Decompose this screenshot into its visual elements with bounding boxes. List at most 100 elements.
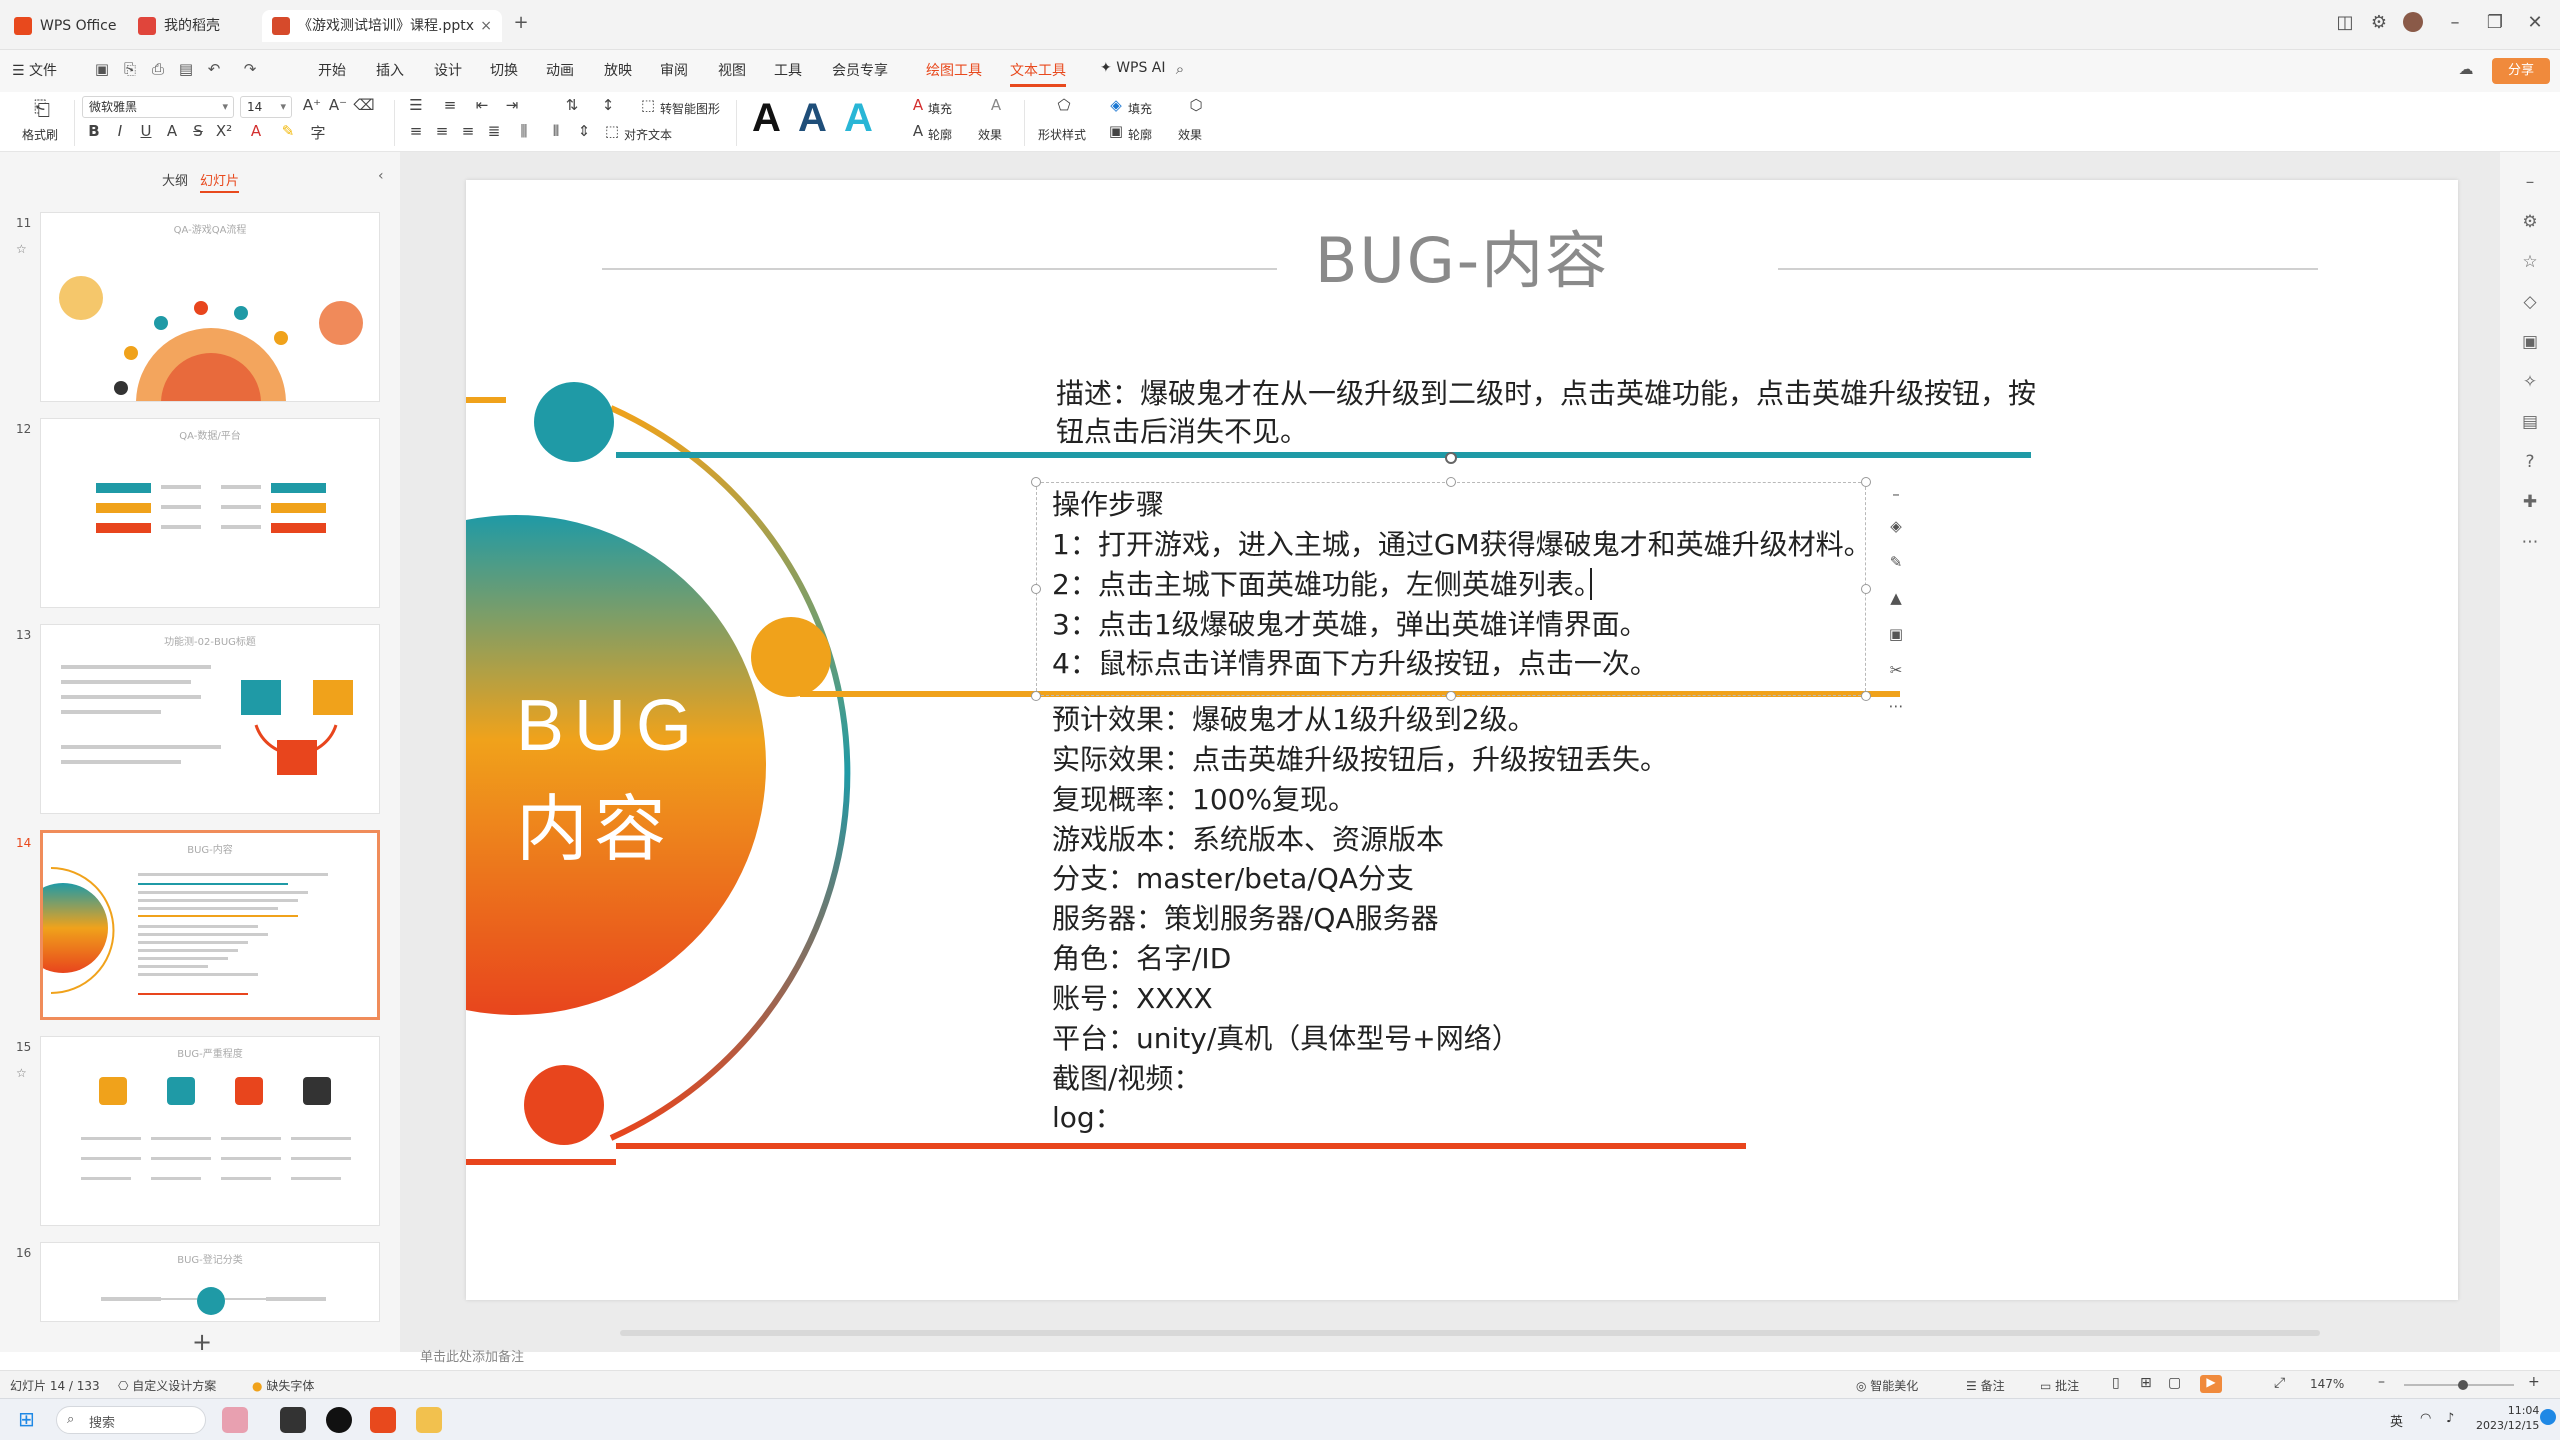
- decrease-font-icon[interactable]: A⁻: [326, 96, 350, 114]
- close-window-icon[interactable]: ✕: [2520, 12, 2550, 33]
- properties-icon[interactable]: ⚙: [2518, 212, 2542, 236]
- format-painter-label[interactable]: 格式刷: [22, 126, 58, 143]
- more-icon[interactable]: ⋯: [1882, 692, 1910, 720]
- highlight-icon[interactable]: ✎: [276, 122, 300, 140]
- comments-button[interactable]: ▭ 批注: [2040, 1377, 2079, 1394]
- tab-docer[interactable]: 我的稻壳: [128, 10, 258, 42]
- more-icon[interactable]: ⋯: [2518, 532, 2542, 556]
- steps-heading[interactable]: 操作步骤: [1052, 485, 1164, 525]
- text-style-blue[interactable]: A: [798, 96, 827, 141]
- resize-handle[interactable]: [1861, 477, 1871, 487]
- detail-item[interactable]: 复现概率：100%复现。: [1052, 780, 1356, 820]
- decrease-indent-icon[interactable]: ⇤: [470, 96, 494, 114]
- font-color-icon[interactable]: A: [244, 122, 268, 140]
- detail-item[interactable]: 游戏版本：系统版本、资源版本: [1052, 820, 1444, 860]
- strikethrough-icon[interactable]: S: [186, 122, 210, 140]
- detail-item[interactable]: 实际效果：点击英雄升级按钮后，升级按钮丢失。: [1052, 740, 1668, 780]
- resize-handle[interactable]: [1861, 584, 1871, 594]
- menu-animation[interactable]: 动画: [546, 60, 574, 80]
- font-size-select[interactable]: 14: [240, 96, 292, 118]
- notes-placeholder[interactable]: 单击此处添加备注: [420, 1346, 524, 1365]
- fill-icon[interactable]: ▲: [1882, 584, 1910, 612]
- notification-icon[interactable]: [2540, 1409, 2556, 1425]
- animation-icon[interactable]: ✧: [2518, 372, 2542, 396]
- menu-member[interactable]: 会员专享: [832, 60, 888, 80]
- text-fill-icon[interactable]: A: [906, 96, 930, 114]
- reading-view-icon[interactable]: ▢: [2168, 1375, 2181, 1391]
- share-button[interactable]: 分享: [2492, 58, 2550, 84]
- resize-handle[interactable]: [1031, 584, 1041, 594]
- tab-pptx-document[interactable]: 《游戏测试培训》课程.pptx ×: [262, 10, 502, 42]
- collapse-icon[interactable]: –: [2518, 172, 2542, 196]
- shape-outline-button[interactable]: 轮廓: [1128, 126, 1152, 143]
- bullet-list-icon[interactable]: ☰: [404, 96, 428, 114]
- distribute-icon[interactable]: ⫼: [512, 122, 536, 140]
- volume-icon[interactable]: ♪: [2446, 1411, 2454, 1426]
- increase-indent-icon[interactable]: ⇥: [500, 96, 524, 114]
- smart-shape-button[interactable]: 转智能图形: [660, 100, 720, 117]
- taskbar-search-input[interactable]: ⌕ 搜索: [56, 1406, 206, 1434]
- minimize-icon[interactable]: –: [2440, 12, 2470, 33]
- numbered-list-icon[interactable]: ≡: [438, 96, 462, 114]
- resize-handle[interactable]: [1031, 691, 1041, 701]
- justify-icon[interactable]: ≣: [482, 122, 506, 140]
- step-item[interactable]: 2：点击主城下面英雄功能，左侧英雄列表。: [1052, 565, 1602, 605]
- undo-icon[interactable]: ↶: [204, 60, 224, 80]
- tab-slides[interactable]: 幻灯片: [200, 170, 240, 193]
- redo-icon[interactable]: ↷: [240, 60, 260, 80]
- clear-format-icon[interactable]: ⌫: [352, 96, 376, 114]
- align-right-icon[interactable]: ≡: [456, 122, 480, 140]
- detail-item[interactable]: log：: [1052, 1098, 1123, 1138]
- slide-thumbnail-12[interactable]: QA-数据/平台: [40, 418, 380, 608]
- preview-icon[interactable]: ▤: [176, 60, 196, 80]
- slide-thumbnail-14[interactable]: BUG-内容: [40, 830, 380, 1020]
- export-icon[interactable]: ⎘: [120, 60, 140, 80]
- align-text-button[interactable]: 对齐文本: [624, 126, 672, 143]
- zoom-level[interactable]: 147%: [2310, 1377, 2344, 1391]
- align-text-icon[interactable]: ⬚: [600, 122, 624, 140]
- increase-font-icon[interactable]: A⁺: [300, 96, 324, 114]
- collapse-panel-icon[interactable]: ‹: [378, 168, 384, 184]
- missing-font-button[interactable]: ● 缺失字体: [252, 1377, 314, 1394]
- layout-icon[interactable]: ◫: [2330, 12, 2360, 33]
- align-center-icon[interactable]: ≡: [430, 122, 454, 140]
- ime-indicator[interactable]: 英: [2390, 1411, 2403, 1430]
- text-fill-button[interactable]: 填充: [928, 100, 952, 117]
- wifi-icon[interactable]: ◠: [2420, 1411, 2431, 1426]
- sort-icon[interactable]: ↕: [596, 96, 620, 114]
- detail-item[interactable]: 预计效果：爆破鬼才从1级升级到2级。: [1052, 700, 1536, 740]
- new-tab-button[interactable]: +: [506, 12, 536, 33]
- step-item[interactable]: 4：鼠标点击详情界面下方升级按钮，点击一次。: [1052, 644, 1658, 684]
- detail-item[interactable]: 分支：master/beta/QA分支: [1052, 859, 1414, 899]
- picture-icon[interactable]: ▣: [1882, 620, 1910, 648]
- resize-handle[interactable]: [1031, 477, 1041, 487]
- bug-description[interactable]: 描述：爆破鬼才在从一级升级到二级时，点击英雄功能，点击英雄升级按钮，按钮点击后消…: [1056, 375, 2056, 451]
- star-icon[interactable]: ☆: [16, 242, 27, 256]
- search-icon[interactable]: ⌕: [1170, 60, 1190, 80]
- detail-item[interactable]: 角色：名字/ID: [1052, 939, 1231, 979]
- design-scheme-button[interactable]: ⎔ 自定义设计方案: [118, 1377, 216, 1394]
- tab-outline[interactable]: 大纲: [162, 170, 188, 189]
- shape-effect-icon[interactable]: ⬡: [1184, 96, 1208, 114]
- rotate-handle[interactable]: [1445, 452, 1457, 464]
- detail-item[interactable]: 账号：XXXX: [1052, 979, 1213, 1019]
- shape-fill-icon[interactable]: ◈: [1104, 96, 1128, 114]
- menu-home[interactable]: 开始: [318, 60, 346, 80]
- menu-slideshow[interactable]: 放映: [604, 60, 632, 80]
- file-menu[interactable]: ☰ 文件: [12, 60, 57, 80]
- text-direction-icon[interactable]: ⇅: [560, 96, 584, 114]
- columns-icon[interactable]: ⫴: [544, 122, 568, 140]
- clock[interactable]: 11:04 2023/12/15: [2476, 1403, 2539, 1433]
- menu-insert[interactable]: 插入: [376, 60, 404, 80]
- fit-window-icon[interactable]: ⤢: [2274, 1375, 2285, 1391]
- detail-item[interactable]: 截图/视频：: [1052, 1059, 1201, 1099]
- shape-outline-icon[interactable]: ▣: [1104, 122, 1128, 140]
- tab-wps-office[interactable]: WPS Office: [4, 10, 124, 42]
- slide-thumbnail-16[interactable]: BUG-登记分类: [40, 1242, 380, 1322]
- grid-view-icon[interactable]: ⊞: [2140, 1375, 2152, 1391]
- italic-icon[interactable]: I: [108, 122, 132, 140]
- cloud-icon[interactable]: ☁: [2456, 60, 2476, 80]
- zoom-in-icon[interactable]: +: [2528, 1374, 2540, 1390]
- pen-icon[interactable]: ✎: [1882, 548, 1910, 576]
- menu-wps-ai[interactable]: ✦ WPS AI: [1100, 60, 1166, 76]
